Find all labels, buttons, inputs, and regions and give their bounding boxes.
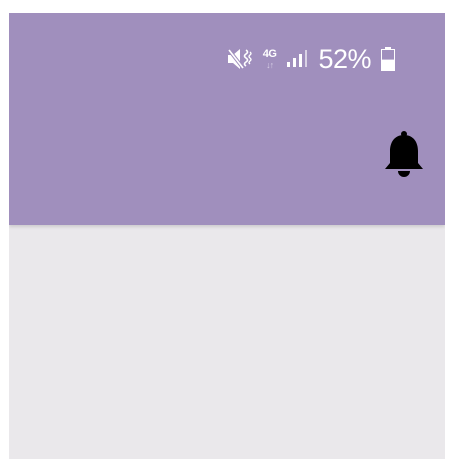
network-type-label: 4G [262, 47, 277, 60]
app-bar: 4G ↓↑ 52% [9, 13, 445, 225]
mute-vibrate-icon [227, 48, 253, 70]
content-area [9, 225, 445, 459]
status-bar: 4G ↓↑ 52% [227, 41, 395, 77]
screen: 4G ↓↑ 52% [9, 13, 445, 459]
signal-strength-icon [286, 50, 308, 68]
battery-percentage: 52% [318, 43, 371, 74]
data-activity-arrows: ↓↑ [266, 59, 274, 70]
battery-icon [381, 47, 395, 71]
4g-data-icon: 4G ↓↑ [262, 47, 277, 70]
notification-bell-icon[interactable] [382, 131, 426, 179]
